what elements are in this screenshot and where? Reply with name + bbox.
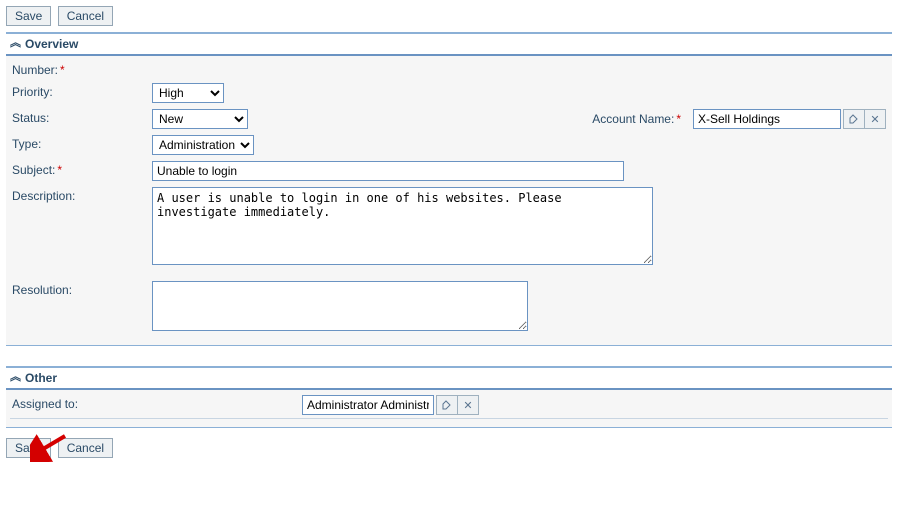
resolution-label: Resolution: bbox=[12, 281, 152, 297]
save-button[interactable]: Save bbox=[6, 6, 51, 26]
overview-header[interactable]: ︽ Overview bbox=[6, 34, 892, 56]
lookup-clear-icon[interactable]: ✕ bbox=[457, 395, 479, 415]
chevron-up-icon: ︽ bbox=[10, 38, 21, 49]
priority-label: Priority: bbox=[12, 83, 152, 99]
subject-label: Subject:* bbox=[12, 161, 152, 177]
subject-input[interactable] bbox=[152, 161, 624, 181]
other-header[interactable]: ︽ Other bbox=[6, 368, 892, 390]
number-label: Number:* bbox=[12, 61, 152, 77]
description-textarea[interactable] bbox=[152, 187, 653, 265]
other-section: ︽ Other Assigned to: ✕ bbox=[6, 366, 892, 428]
lookup-select-icon[interactable] bbox=[436, 395, 458, 415]
cancel-button-bottom[interactable]: Cancel bbox=[58, 438, 113, 458]
type-label: Type: bbox=[12, 135, 152, 151]
account-name-label: Account Name:* bbox=[592, 112, 681, 126]
status-select[interactable]: New bbox=[152, 109, 248, 129]
status-label: Status: bbox=[12, 109, 152, 125]
save-button-bottom[interactable]: Save bbox=[6, 438, 51, 458]
type-select[interactable]: Administration bbox=[152, 135, 254, 155]
overview-section: ︽ Overview Number:* Priority: High Statu… bbox=[6, 32, 892, 346]
chevron-up-icon: ︽ bbox=[10, 372, 21, 383]
assigned-to-label: Assigned to: bbox=[12, 395, 302, 411]
description-label: Description: bbox=[12, 187, 152, 203]
lookup-select-icon[interactable] bbox=[843, 109, 865, 129]
overview-title: Overview bbox=[25, 37, 78, 51]
account-name-input[interactable] bbox=[693, 109, 841, 129]
resolution-textarea[interactable] bbox=[152, 281, 528, 331]
lookup-clear-icon[interactable]: ✕ bbox=[864, 109, 886, 129]
other-title: Other bbox=[25, 371, 57, 385]
assigned-to-input[interactable] bbox=[302, 395, 434, 415]
bottom-toolbar: Save Cancel bbox=[6, 438, 892, 458]
top-toolbar: Save Cancel bbox=[6, 6, 892, 26]
cancel-button[interactable]: Cancel bbox=[58, 6, 113, 26]
priority-select[interactable]: High bbox=[152, 83, 224, 103]
